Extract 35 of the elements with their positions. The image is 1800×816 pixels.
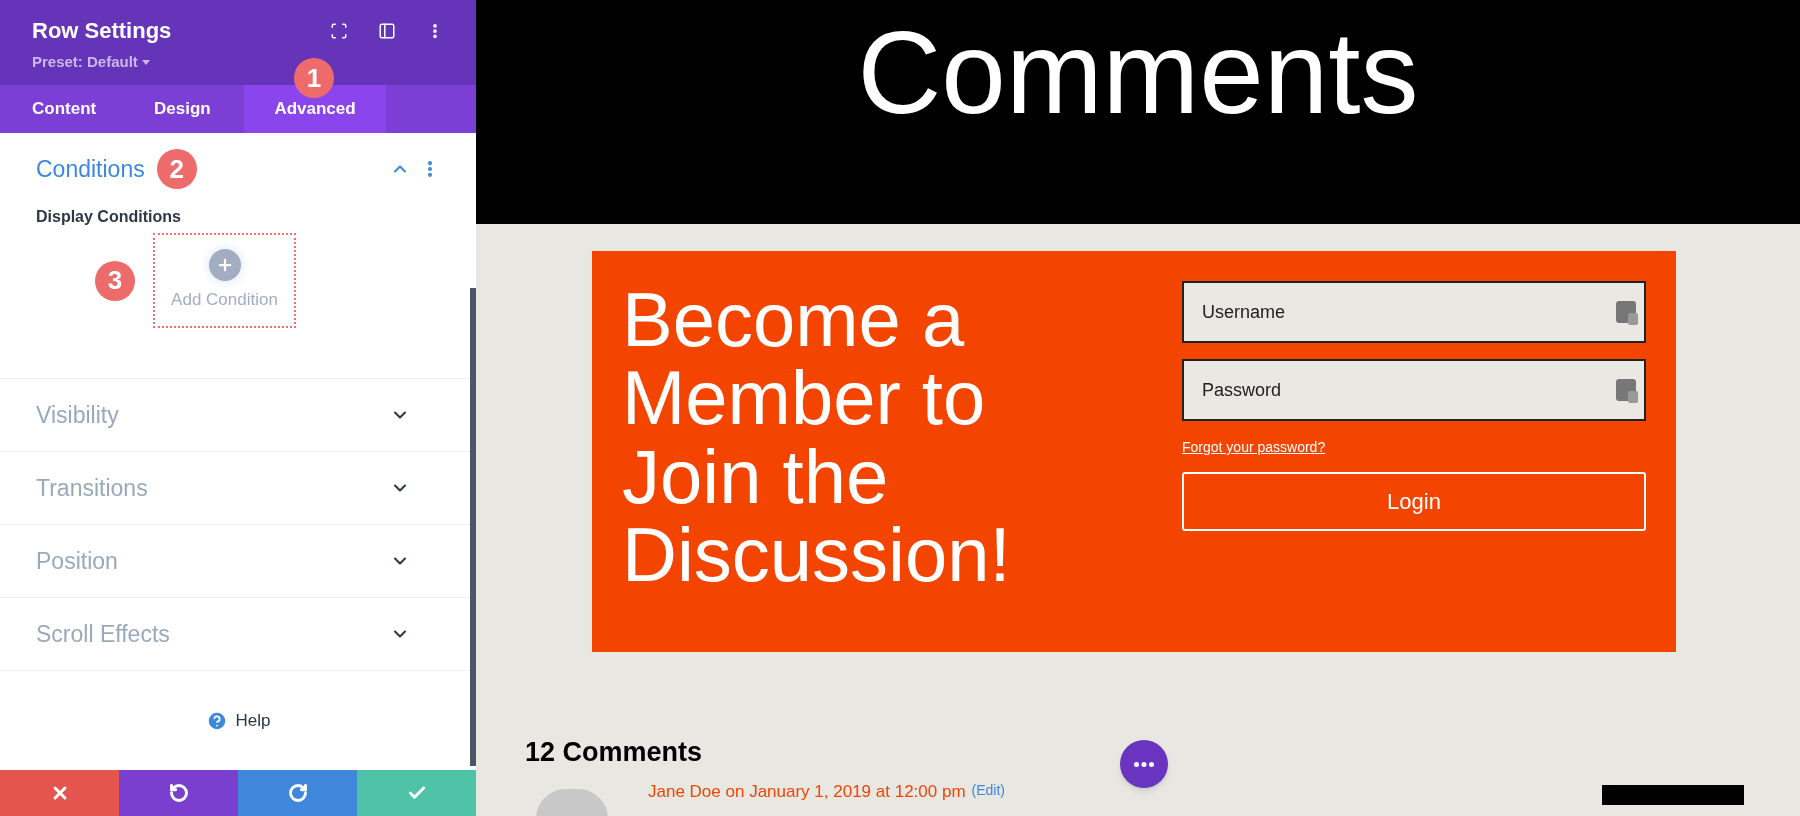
section-title[interactable]: Position [36,543,118,579]
comment-meta: Jane Doe on January 1, 2019 at 12:00 pm [648,782,966,800]
page-heading: Comments [857,7,1419,140]
input-field[interactable]: Username [1182,281,1646,343]
help-link[interactable]: Help [235,707,271,734]
preset-dropdown[interactable]: Preset: Default [32,51,172,74]
comment-count: 12 Comments [525,736,703,769]
step-marker: 3 [95,260,135,301]
add-condition-button[interactable]: Add Condition [153,233,296,328]
scrollbar[interactable] [470,288,476,766]
section-title[interactable]: Conditions [36,151,145,187]
step-marker: 2 [156,149,197,189]
panel-title: Row Settings [32,17,172,45]
edit-link[interactable]: (Edit) [971,782,1005,797]
help-icon[interactable] [205,709,228,732]
tab[interactable]: Content [0,85,122,133]
section-title[interactable]: Transitions [36,470,148,506]
tab[interactable]: Design [122,85,244,133]
undo-button[interactable] [119,770,238,816]
redo-icon [287,783,308,803]
headline: Become a Member to Join the Discussion! [622,281,1012,599]
plus-icon [208,248,241,281]
more-options-button[interactable] [1120,740,1168,788]
forgot-password-link[interactable]: Forgot your password? [1182,437,1326,458]
caret-down-icon [141,59,150,65]
layout-icon[interactable] [378,22,396,40]
input-field[interactable]: Password [1182,359,1646,421]
section-title[interactable]: Visibility [36,397,119,433]
field-label: Display Conditions [36,207,182,227]
redo-button[interactable] [238,770,357,816]
undo-icon [168,783,189,803]
ellipsis-icon [1134,761,1154,767]
focus-icon[interactable] [330,22,348,40]
section-title[interactable]: Scroll Effects [36,616,170,652]
login-button[interactable]: Login [1182,472,1646,531]
